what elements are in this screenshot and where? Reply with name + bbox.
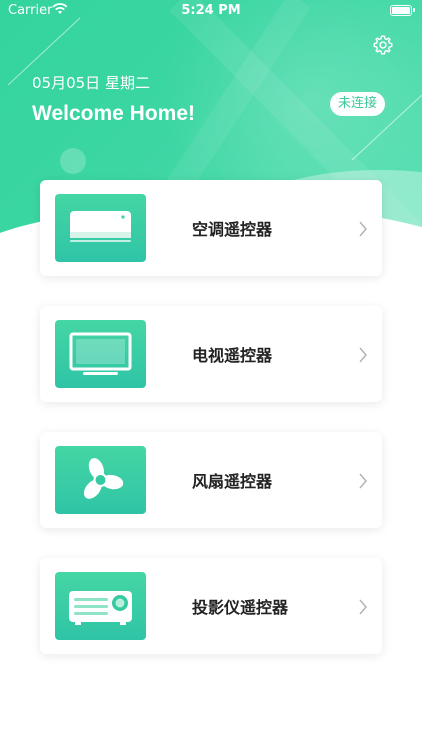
header-bubble (60, 148, 86, 174)
device-thumbnail (55, 320, 146, 388)
tv-icon (69, 332, 132, 375)
welcome-title: Welcome Home! (32, 102, 195, 125)
chevron-right-icon (359, 221, 367, 237)
chevron-right-icon (359, 599, 367, 615)
device-label: 风扇遥控器 (192, 472, 273, 491)
chevron-right-icon (359, 473, 367, 489)
device-card-projector[interactable]: 投影仪遥控器 (40, 558, 382, 654)
device-card-tv[interactable]: 电视遥控器 (40, 306, 382, 402)
device-label: 投影仪遥控器 (192, 598, 289, 617)
settings-gear-icon[interactable] (372, 34, 394, 56)
chevron-right-icon (359, 347, 367, 363)
date-label: 05月05日 星期二 (32, 74, 150, 92)
device-thumbnail (55, 194, 146, 262)
battery-icon (390, 5, 415, 16)
air-conditioner-icon (70, 211, 131, 242)
device-thumbnail (55, 572, 146, 640)
device-card-fan[interactable]: 风扇遥控器 (40, 432, 382, 528)
device-thumbnail (55, 446, 146, 514)
device-card-air-conditioner[interactable]: 空调遥控器 (40, 180, 382, 276)
device-label: 电视遥控器 (192, 346, 273, 365)
status-bar: Carrier 5:24 PM (0, 0, 422, 22)
clock: 5:24 PM (181, 3, 241, 18)
fan-icon (83, 458, 124, 499)
device-label: 空调遥控器 (192, 220, 273, 239)
connection-status-badge[interactable]: 未连接 (330, 92, 386, 116)
projector-icon (69, 591, 132, 625)
